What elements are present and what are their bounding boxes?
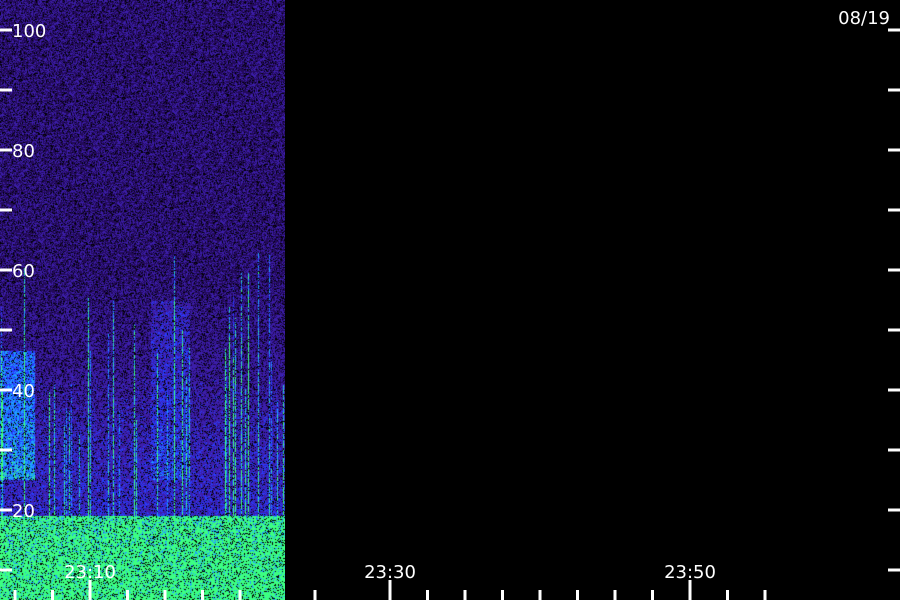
y-tick-label: 100 xyxy=(12,21,46,42)
y-tick-label: 60 xyxy=(12,261,35,282)
y-tick-label: 40 xyxy=(12,381,35,402)
y-tick-label: 20 xyxy=(12,501,35,522)
x-tick-label: 23:50 xyxy=(664,562,716,583)
date-label: 08/19 xyxy=(838,8,890,29)
heatmap-area xyxy=(0,0,285,600)
x-tick-label: 23:30 xyxy=(364,562,416,583)
x-tick-label: 23:10 xyxy=(64,562,116,583)
spectrogram-image xyxy=(0,0,285,600)
y-tick-label: 80 xyxy=(12,141,35,162)
spectrogram-chart: 20 40 60 80 100 23:10 23:30 23:50 08/19 xyxy=(0,0,900,600)
